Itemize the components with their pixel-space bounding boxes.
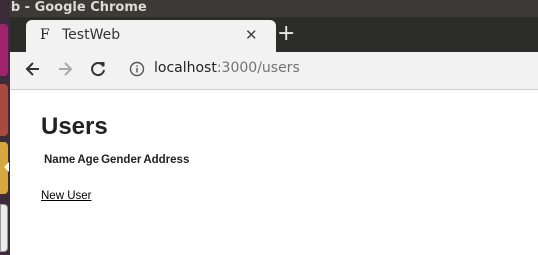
back-arrow-icon[interactable] xyxy=(22,58,44,80)
users-table: Name Age Gender Address xyxy=(42,152,191,168)
active-app-indicator-icon xyxy=(4,162,9,172)
column-header-address: Address xyxy=(143,154,190,166)
tab-title: TestWeb xyxy=(62,27,121,43)
new-user-link[interactable]: New User xyxy=(41,190,91,202)
tab-strip: F TestWeb ✕ + xyxy=(10,17,538,52)
browser-tab[interactable]: F TestWeb ✕ xyxy=(26,20,276,52)
launcher-app-icon[interactable] xyxy=(0,84,8,136)
new-tab-icon[interactable]: + xyxy=(277,22,295,46)
column-header-age: Age xyxy=(77,154,100,166)
address-bar[interactable]: localhost:3000/users xyxy=(154,60,300,76)
favicon-icon: F xyxy=(40,27,50,43)
window-title: eb - Google Chrome xyxy=(10,0,147,15)
url-host: localhost xyxy=(154,60,217,76)
column-header-name: Name xyxy=(44,154,76,166)
close-tab-icon[interactable]: ✕ xyxy=(245,26,258,44)
table-header-row: Name Age Gender Address xyxy=(44,154,189,166)
app-launcher xyxy=(0,0,10,255)
window-title-bar: eb - Google Chrome xyxy=(10,0,538,17)
browser-toolbar: localhost:3000/users xyxy=(10,52,538,90)
info-icon[interactable] xyxy=(129,61,145,77)
launcher-app-icon[interactable] xyxy=(0,24,8,76)
forward-arrow-icon[interactable] xyxy=(54,58,76,80)
column-header-gender: Gender xyxy=(101,154,142,166)
url-path: :3000/users xyxy=(216,60,300,76)
launcher-app-icon[interactable] xyxy=(0,204,8,252)
page-title: Users xyxy=(41,113,108,140)
page-content: Users Name Age Gender Address New User xyxy=(10,90,538,255)
reload-icon[interactable] xyxy=(87,58,109,80)
